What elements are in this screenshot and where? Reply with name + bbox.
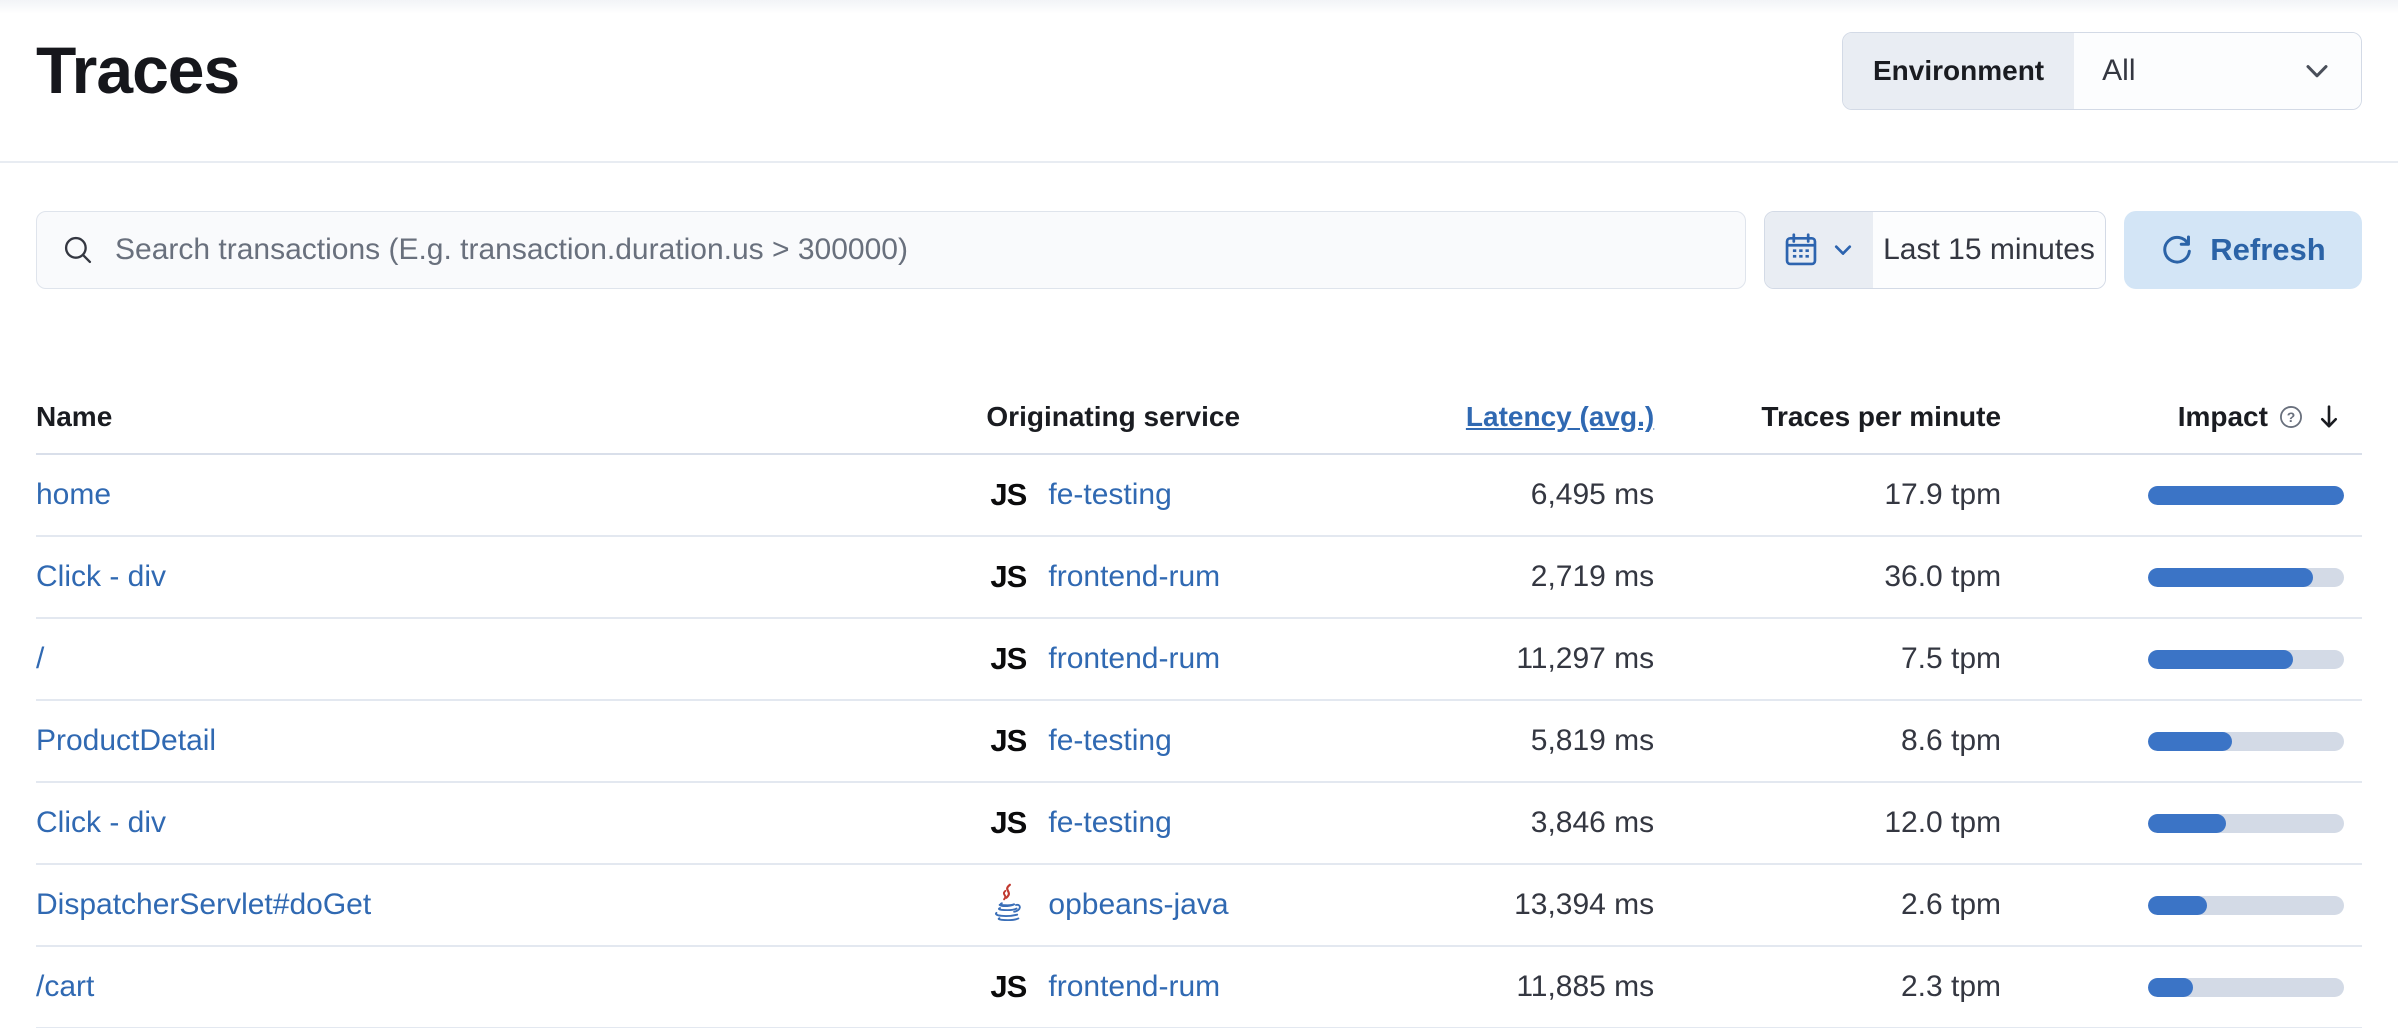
date-picker: Last 15 minutes [1764,211,2106,289]
search-transactions-input[interactable] [115,233,1721,267]
traces-per-minute-value: 12.0 tpm [1664,806,2013,840]
impact-bar-fill [2148,486,2344,505]
java-agent-icon [986,883,1030,927]
traces-per-minute-value: 2.6 tpm [1664,888,2013,922]
column-header-originating-service: Originating service [966,401,1292,433]
table-row: DispatcherServlet#doGet opbeans-java 13,… [36,865,2362,947]
environment-select-value-area[interactable]: All [2074,33,2361,109]
traces-per-minute-value: 7.5 tpm [1664,642,2013,676]
transaction-name-link[interactable]: ProductDetail [36,724,216,757]
transaction-name-link[interactable]: /cart [36,970,94,1003]
traces-per-minute-value: 8.6 tpm [1664,724,2013,758]
column-header-traces-per-minute: Traces per minute [1664,401,2013,433]
latency-sort-link[interactable]: Latency (avg.) [1466,401,1654,432]
impact-header-label: Impact [2178,401,2268,433]
table-row: /cart JS frontend-rum 11,885 ms 2.3 tpm [36,947,2362,1028]
environment-select-label: Environment [1843,33,2074,109]
table-row: Click - div JS fe-testing 3,846 ms 12.0 … [36,783,2362,865]
calendar-icon [1783,232,1819,268]
chevron-down-icon [2301,55,2333,87]
traces-table: Name Originating service Latency (avg.) … [36,359,2362,1028]
java-agent-icon [988,883,1028,927]
js-agent-icon: JS [990,805,1026,841]
time-range-button[interactable]: Last 15 minutes [1873,212,2105,288]
toolbar: Last 15 minutes Refresh [36,211,2362,289]
sort-descending-icon [2314,402,2344,432]
transaction-name-link[interactable]: Click - div [36,806,166,839]
chevron-down-icon [1831,238,1855,262]
table-header-row: Name Originating service Latency (avg.) … [36,359,2362,455]
column-header-name: Name [36,401,966,433]
table-row: Click - div JS frontend-rum 2,719 ms 36.… [36,537,2362,619]
table-row: ProductDetail JS fe-testing 5,819 ms 8.6… [36,701,2362,783]
latency-value: 11,885 ms [1292,970,1664,1004]
refresh-button[interactable]: Refresh [2124,211,2362,289]
latency-value: 5,819 ms [1292,724,1664,758]
environment-select-value: All [2102,54,2135,88]
js-agent-icon: JS [990,477,1026,513]
transaction-name-link[interactable]: Click - div [36,560,166,593]
impact-bar [2148,896,2344,915]
traces-per-minute-value: 2.3 tpm [1664,970,2013,1004]
environment-select[interactable]: Environment All [1842,32,2362,110]
transaction-name-link[interactable]: / [36,642,44,675]
js-agent-icon-box: JS [986,559,1030,595]
impact-bar-fill [2148,568,2313,587]
top-scroll-fade [0,0,2398,14]
transaction-name-link[interactable]: DispatcherServlet#doGet [36,888,371,921]
traces-per-minute-value: 36.0 tpm [1664,560,2013,594]
service-name-link[interactable]: fe-testing [1048,806,1171,840]
column-header-impact[interactable]: Impact ? [2013,401,2362,433]
js-agent-icon-box: JS [986,477,1030,513]
js-agent-icon-box: JS [986,969,1030,1005]
service-name-link[interactable]: frontend-rum [1048,560,1220,594]
impact-bar-fill [2148,978,2193,997]
latency-value: 11,297 ms [1292,642,1664,676]
help-icon[interactable]: ? [2278,404,2304,430]
js-agent-icon: JS [990,559,1026,595]
impact-bar [2148,732,2344,751]
page-header: Traces Environment All [0,0,2398,163]
search-box[interactable] [36,211,1746,289]
js-agent-icon-box: JS [986,723,1030,759]
transaction-name-link[interactable]: home [36,478,111,511]
js-agent-icon-box: JS [986,805,1030,841]
refresh-button-label: Refresh [2210,232,2325,268]
js-agent-icon: JS [990,641,1026,677]
impact-bar [2148,978,2344,997]
service-name-link[interactable]: frontend-rum [1048,970,1220,1004]
svg-text:?: ? [2287,409,2296,425]
impact-bar [2148,814,2344,833]
search-icon [61,233,95,267]
table-row: / JS frontend-rum 11,297 ms 7.5 tpm [36,619,2362,701]
column-header-latency[interactable]: Latency (avg.) [1292,401,1664,433]
table-row: home JS fe-testing 6,495 ms 17.9 tpm [36,455,2362,537]
service-name-link[interactable]: fe-testing [1048,724,1171,758]
impact-bar-fill [2148,650,2293,669]
js-agent-icon: JS [990,969,1026,1005]
impact-bar [2148,568,2344,587]
impact-bar-fill [2148,814,2226,833]
refresh-icon [2160,233,2194,267]
js-agent-icon: JS [990,723,1026,759]
traces-per-minute-value: 17.9 tpm [1664,478,2013,512]
date-picker-calendar-button[interactable] [1765,212,1873,288]
time-range-value: Last 15 minutes [1883,233,2095,267]
latency-value: 6,495 ms [1292,478,1664,512]
latency-value: 3,846 ms [1292,806,1664,840]
service-name-link[interactable]: opbeans-java [1048,888,1228,922]
impact-bar-fill [2148,896,2207,915]
service-name-link[interactable]: frontend-rum [1048,642,1220,676]
latency-value: 2,719 ms [1292,560,1664,594]
js-agent-icon-box: JS [986,641,1030,677]
impact-bar-fill [2148,732,2232,751]
page-title: Traces [36,30,239,110]
impact-bar [2148,486,2344,505]
impact-bar [2148,650,2344,669]
latency-value: 13,394 ms [1292,888,1664,922]
table-body: home JS fe-testing 6,495 ms 17.9 tpm Cli… [36,455,2362,1028]
service-name-link[interactable]: fe-testing [1048,478,1171,512]
